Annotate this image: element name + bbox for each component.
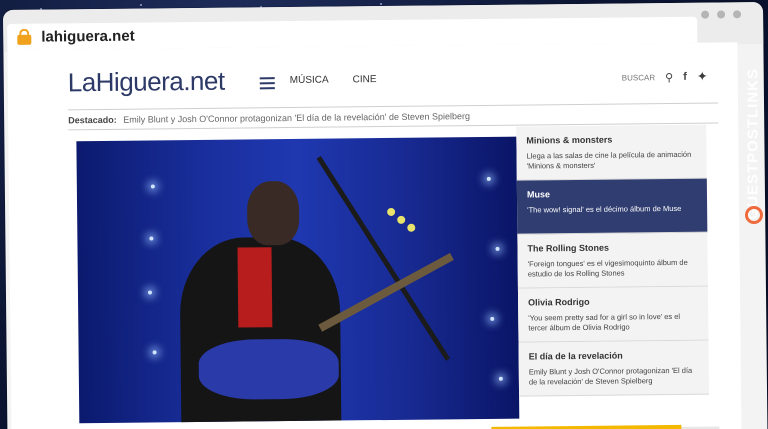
web-page: LaHiguera.net MÚSICA CINE BUSCAR ⚲ f ✦ D… — [7, 42, 742, 429]
sidebar-item-title: The Rolling Stones — [527, 242, 610, 254]
sidebar-item-dia-revelacion[interactable]: El día de la revelación Emily Blunt y Jo… — [518, 340, 710, 397]
hero-image[interactable] — [76, 136, 520, 424]
window-dot[interactable] — [717, 10, 726, 19]
window-dot[interactable] — [733, 10, 742, 19]
main-nav: MÚSICA CINE — [290, 74, 377, 86]
url-text[interactable]: lahiguera.net — [41, 27, 135, 45]
sidebar-item-desc: Llega a las salas de cine la película de… — [526, 149, 692, 171]
search-icon[interactable]: ⚲ — [665, 70, 673, 83]
menu-icon[interactable] — [259, 77, 275, 90]
featured-label: Destacado: — [68, 114, 117, 126]
branding-badge: GUESTPOSTLINKS — [742, 34, 766, 234]
sidebar-item-desc: 'You seem pretty sad for a girl so in lo… — [528, 311, 681, 333]
sidebar-item-desc: Emily Blunt y Josh O'Connor protagonizan… — [528, 365, 693, 387]
featured-bar: Destacado: Emily Blunt y Josh O'Connor p… — [68, 111, 470, 125]
lock-icon — [17, 28, 32, 45]
twitter-icon[interactable]: ✦ — [697, 69, 708, 85]
featured-link[interactable]: Emily Blunt y Josh O'Connor protagonizan… — [123, 111, 470, 125]
sidebar-item-muse[interactable]: Muse 'The wow! signal' es el décimo álbu… — [516, 178, 708, 235]
facebook-icon[interactable]: f — [683, 71, 687, 83]
sidebar-item-title: Muse — [526, 189, 551, 200]
sidebar-item-rolling-stones[interactable]: The Rolling Stones 'Foreign tongues' es … — [517, 232, 708, 289]
search-label[interactable]: BUSCAR — [622, 73, 655, 82]
sidebar-item-title: Minions & monsters — [526, 134, 613, 146]
sidebar-item-title: Olivia Rodrigo — [528, 296, 590, 308]
bottom-accent — [491, 424, 682, 429]
nav-item-musica[interactable]: MÚSICA — [290, 75, 329, 86]
sidebar-item-desc: 'The wow! signal' es el décimo álbum de … — [527, 203, 682, 215]
link-icon — [745, 206, 763, 224]
window-controls — [701, 10, 742, 19]
sidebar-item-olivia-rodrigo[interactable]: Olivia Rodrigo 'You seem pretty sad for … — [517, 286, 709, 343]
sidebar-news-list: Minions & monsters Llega a las salas de … — [516, 124, 710, 397]
site-header: LaHiguera.net MÚSICA CINE BUSCAR ⚲ f ✦ — [68, 61, 718, 108]
site-logo[interactable]: LaHiguera.net — [68, 66, 225, 99]
branding-text: GUESTPOSTLINKS — [744, 67, 762, 220]
nav-item-cine[interactable]: CINE — [353, 74, 377, 85]
header-tools: BUSCAR ⚲ f ✦ — [622, 69, 708, 86]
sidebar-item-title: El día de la revelación — [528, 350, 623, 362]
sidebar-item-minions[interactable]: Minions & monsters Llega a las salas de … — [516, 124, 707, 181]
browser-window: lahiguera.net LaHiguera.net MÚSICA CINE … — [3, 2, 768, 429]
sidebar-item-desc: 'Foreign tongues' es el vigesimoquinto á… — [527, 257, 688, 279]
window-dot[interactable] — [701, 10, 710, 19]
